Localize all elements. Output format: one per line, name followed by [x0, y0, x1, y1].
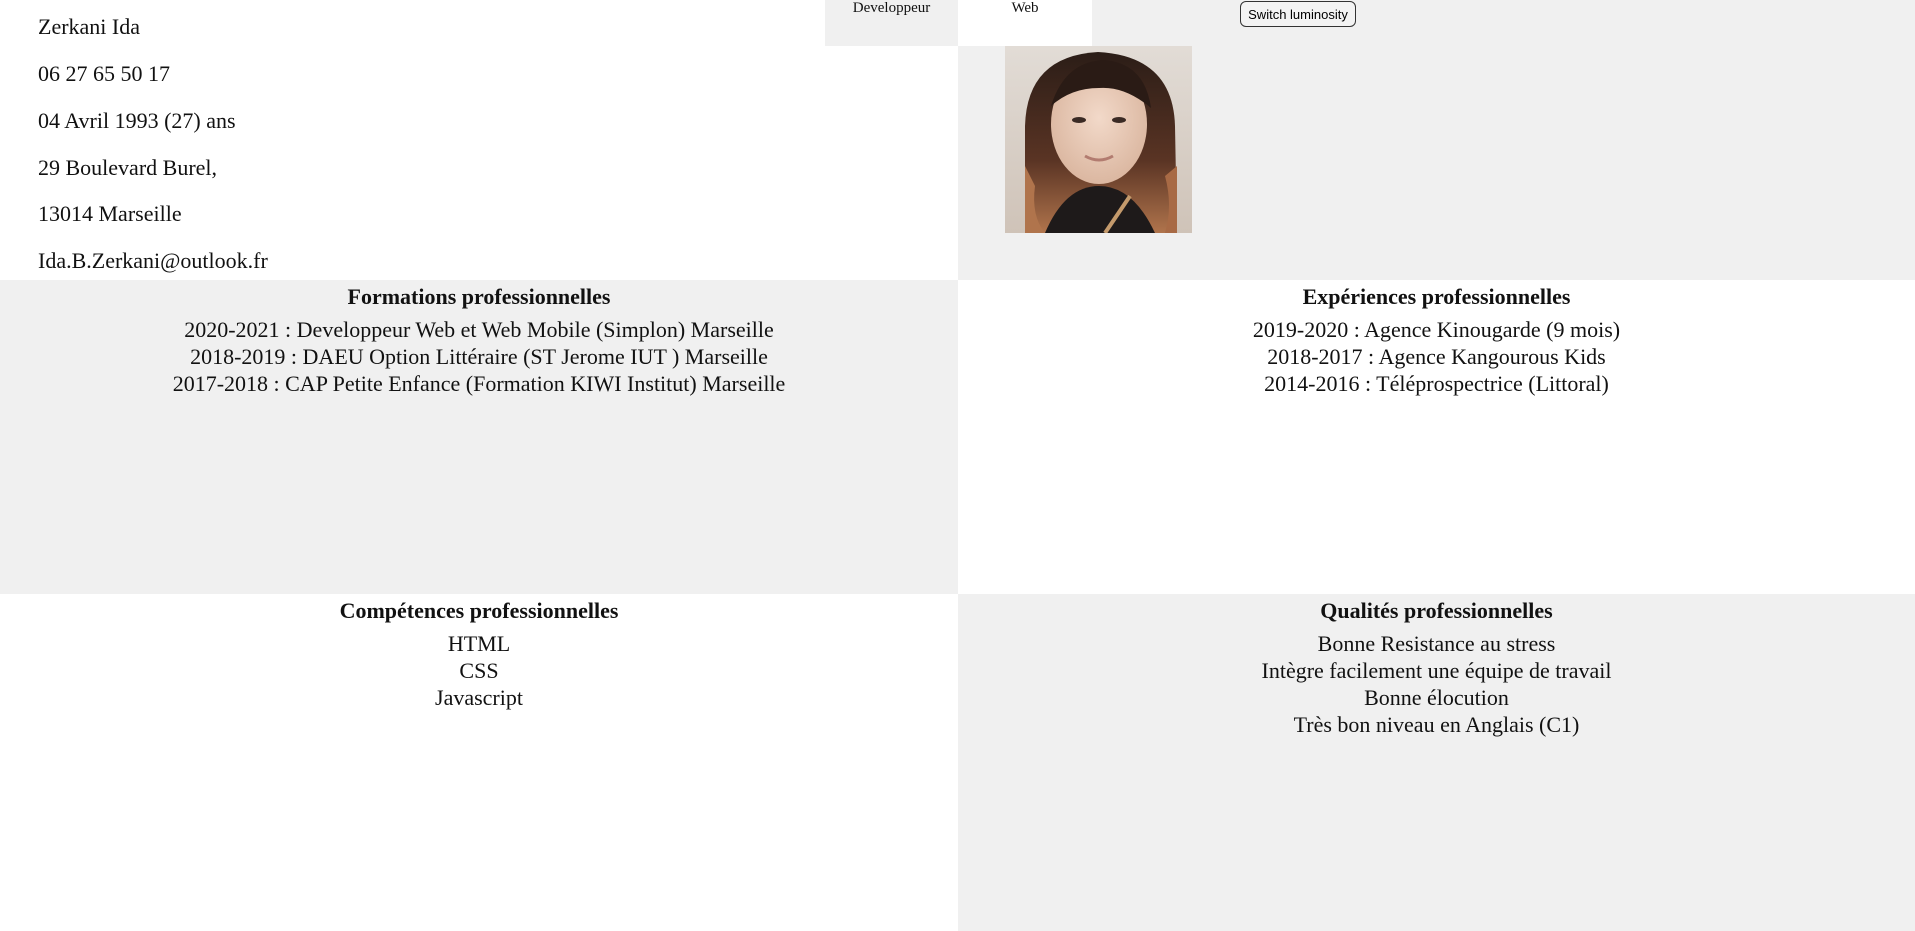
profile-photo-icon	[1005, 46, 1192, 233]
cv-page: Zerkani Ida 06 27 65 50 17 04 Avril 1993…	[0, 0, 1915, 931]
switch-luminosity-button[interactable]: Switch luminosity	[1240, 1, 1356, 27]
qualites-list: Bonne Resistance au stress Intègre facil…	[958, 630, 1915, 738]
experiences-title: Expériences professionnelles	[1302, 284, 1571, 309]
experiences-panel: Expériences professionnelles 2019-2020 :…	[958, 280, 1915, 594]
formations-title: Formations professionnelles	[347, 284, 611, 309]
list-item: Javascript	[435, 685, 523, 710]
formations-panel: Formations professionnelles 2020-2021 : …	[0, 280, 958, 594]
contact-address-line2: 13014 Marseille	[38, 201, 182, 226]
list-item: Bonne élocution	[1364, 685, 1509, 710]
list-item: HTML	[447, 631, 511, 656]
competences-list: HTML CSS Javascript	[0, 630, 958, 711]
tab-web-label: Web	[1011, 0, 1039, 16]
competences-title: Compétences professionnelles	[339, 598, 619, 623]
list-item: 2019-2020 : Agence Kinougarde (9 mois)	[1252, 317, 1621, 342]
list-item: CSS	[459, 658, 499, 683]
contact-email: Ida.B.Zerkani@outlook.fr	[38, 248, 268, 273]
list-item: 2018-2017 : Agence Kangourous Kids	[1267, 344, 1606, 369]
experiences-list: 2019-2020 : Agence Kinougarde (9 mois) 2…	[958, 316, 1915, 397]
competences-panel: Compétences professionnelles HTML CSS Ja…	[0, 594, 958, 931]
list-item: 2018-2019 : DAEU Option Littéraire (ST J…	[190, 344, 768, 369]
qualites-panel: Qualités professionnelles Bonne Resistan…	[958, 594, 1915, 931]
contact-address-line1: 29 Boulevard Burel,	[38, 155, 218, 180]
list-item: 2014-2016 : Téléprospectrice (Littoral)	[1264, 371, 1609, 396]
list-item: Bonne Resistance au stress	[1317, 631, 1556, 656]
contact-panel: Zerkani Ida 06 27 65 50 17 04 Avril 1993…	[0, 0, 958, 280]
tab-developpeur-label: Developpeur	[852, 0, 931, 16]
contact-phone: 06 27 65 50 17	[38, 61, 170, 86]
qualites-title: Qualités professionnelles	[1320, 598, 1553, 623]
list-item: 2020-2021 : Developpeur Web et Web Mobil…	[184, 317, 774, 342]
profile-photo	[1005, 46, 1192, 233]
list-item: Très bon niveau en Anglais (C1)	[1293, 712, 1580, 737]
contact-birth: 04 Avril 1993 (27) ans	[38, 108, 236, 133]
tab-developpeur: Developpeur	[825, 0, 958, 46]
formations-list: 2020-2021 : Developpeur Web et Web Mobil…	[0, 316, 958, 397]
list-item: Intègre facilement une équipe de travail	[1261, 658, 1612, 683]
list-item: 2017-2018 : CAP Petite Enfance (Formatio…	[172, 371, 786, 396]
contact-name: Zerkani Ida	[38, 14, 140, 39]
tab-web: Web	[958, 0, 1092, 46]
